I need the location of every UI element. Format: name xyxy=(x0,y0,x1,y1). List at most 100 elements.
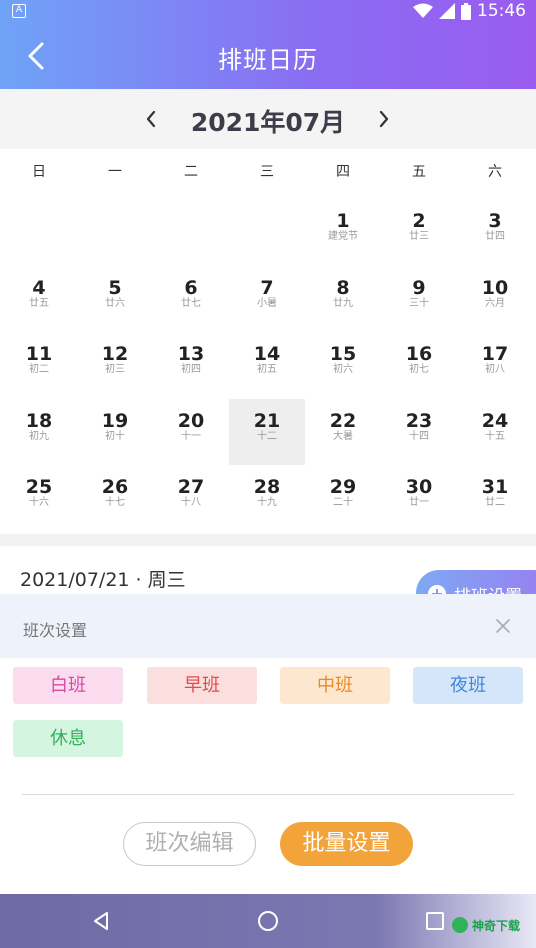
day-number: 7 xyxy=(260,276,274,299)
calendar-day[interactable]: 6 廿七 xyxy=(153,266,229,332)
edit-shifts-button[interactable]: 班次编辑 xyxy=(123,822,256,866)
lunar-date: 初三 xyxy=(105,364,125,376)
shift-chip[interactable]: 夜班 xyxy=(413,667,523,704)
weekday-header: 日一二三四五六 xyxy=(0,161,536,185)
shift-chip[interactable]: 白班 xyxy=(13,667,123,704)
calendar-day[interactable]: 31 廿二 xyxy=(457,465,533,531)
day-number: 24 xyxy=(481,409,509,432)
calendar-day[interactable]: 10 六月 xyxy=(457,266,533,332)
lunar-date: 初二 xyxy=(29,364,49,376)
weekday-label: 四 xyxy=(336,164,350,180)
status-bar: A 15:46 xyxy=(0,0,536,24)
lunar-date: 十二 xyxy=(257,430,277,442)
lunar-date: 三十 xyxy=(409,297,429,309)
calendar-day[interactable]: 20 十一 xyxy=(153,399,229,465)
calendar-day[interactable]: 28 十九 xyxy=(229,465,305,531)
calendar-day[interactable]: 7 小暑 xyxy=(229,266,305,332)
lunar-date: 十五 xyxy=(485,430,505,442)
day-number: 17 xyxy=(481,343,509,366)
calendar-day[interactable]: 2 廿三 xyxy=(381,199,457,265)
nav-recent-button[interactable] xyxy=(422,908,448,934)
lunar-date: 廿四 xyxy=(485,231,505,242)
day-number: 21 xyxy=(253,409,281,432)
calendar-day[interactable]: 12 初三 xyxy=(77,332,153,398)
next-month-button[interactable] xyxy=(372,107,396,131)
lunar-date: 十九 xyxy=(257,497,277,509)
day-number: 26 xyxy=(101,476,129,499)
lunar-date: 十七 xyxy=(105,497,125,509)
calendar-day[interactable]: 29 二十 xyxy=(305,465,381,531)
lunar-date: 廿六 xyxy=(105,297,125,309)
weekday-label: 六 xyxy=(488,164,502,180)
calendar-day[interactable]: 15 初六 xyxy=(305,332,381,398)
selected-date-label: 2021/07/21 · 周三 xyxy=(20,569,186,591)
day-number: 31 xyxy=(481,476,509,499)
lunar-date: 初五 xyxy=(257,364,277,376)
day-number: 9 xyxy=(412,276,426,299)
calendar-day[interactable]: 18 初九 xyxy=(1,399,77,465)
close-icon xyxy=(496,619,510,633)
calendar-day[interactable]: 21 十二 xyxy=(229,398,305,465)
lunar-date: 六月 xyxy=(485,297,505,309)
lunar-date: 初六 xyxy=(333,364,353,376)
calendar-day[interactable]: 24 十五 xyxy=(457,399,533,465)
clock-time: 15:46 xyxy=(477,1,526,21)
shift-chip[interactable]: 中班 xyxy=(280,667,390,704)
calendar-day[interactable]: 3 廿四 xyxy=(457,199,533,265)
calendar-day[interactable]: 19 初十 xyxy=(77,399,153,465)
calendar-day[interactable]: 9 三十 xyxy=(381,266,457,332)
month-navigator: 2021年07月 xyxy=(0,89,536,149)
shift-chip[interactable]: 休息 xyxy=(13,720,123,757)
status-icons: 15:46 xyxy=(413,1,526,21)
lunar-date: 建党节 xyxy=(328,231,358,242)
watermark-text: 神奇下载 xyxy=(472,918,521,933)
day-number: 19 xyxy=(101,409,129,432)
day-number: 20 xyxy=(177,409,205,432)
calendar-day[interactable]: 13 初四 xyxy=(153,332,229,398)
nav-back-button[interactable] xyxy=(88,908,114,934)
calendar-day[interactable]: 23 十四 xyxy=(381,399,457,465)
calendar-day[interactable]: 30 廿一 xyxy=(381,465,457,531)
day-number: 6 xyxy=(184,276,198,299)
day-number: 29 xyxy=(329,476,357,499)
day-number: 27 xyxy=(177,476,205,499)
lunar-date: 初七 xyxy=(409,364,429,376)
nav-home-button[interactable] xyxy=(255,908,281,934)
lunar-date: 初四 xyxy=(181,364,201,376)
day-number: 12 xyxy=(101,343,129,366)
lunar-date: 廿三 xyxy=(409,231,429,242)
calendar-day[interactable]: 14 初五 xyxy=(229,332,305,398)
circle-home-icon xyxy=(258,911,278,931)
day-number: 11 xyxy=(25,343,53,366)
calendar-day[interactable]: 26 十七 xyxy=(77,465,153,531)
weekday-label: 二 xyxy=(184,164,198,180)
lunar-date: 初九 xyxy=(29,430,49,442)
calendar-day[interactable]: 27 十八 xyxy=(153,465,229,531)
lunar-date: 十四 xyxy=(409,430,429,442)
calendar-day[interactable]: 1 建党节 xyxy=(305,199,381,265)
calendar-day[interactable]: 4 廿五 xyxy=(1,266,77,332)
close-button[interactable] xyxy=(493,616,513,636)
lunar-date: 廿五 xyxy=(29,297,49,309)
day-number: 22 xyxy=(329,409,357,432)
calendar-day[interactable]: 8 廿九 xyxy=(305,266,381,332)
calendar-day[interactable]: 22 大暑 xyxy=(305,399,381,465)
weekday-label: 五 xyxy=(412,164,426,180)
calendar-day[interactable]: 5 廿六 xyxy=(77,266,153,332)
day-number: 3 xyxy=(488,210,502,232)
day-number: 1 xyxy=(336,210,350,232)
day-number: 2 xyxy=(412,210,426,232)
lunar-date: 十八 xyxy=(181,497,201,509)
shift-chip[interactable]: 早班 xyxy=(147,667,257,704)
day-number: 30 xyxy=(405,476,433,499)
batch-settings-button[interactable]: 批量设置 xyxy=(280,822,413,866)
calendar-day[interactable]: 11 初二 xyxy=(1,332,77,398)
weekday-label: 一 xyxy=(108,164,122,180)
app-notification-icon: A xyxy=(12,4,26,18)
lunar-date: 廿九 xyxy=(333,297,353,309)
watermark-logo-icon xyxy=(452,917,468,933)
lunar-date: 二十 xyxy=(333,497,353,509)
calendar-day[interactable]: 17 初八 xyxy=(457,332,533,398)
calendar-day[interactable]: 25 十六 xyxy=(1,465,77,531)
calendar-day[interactable]: 16 初七 xyxy=(381,332,457,398)
